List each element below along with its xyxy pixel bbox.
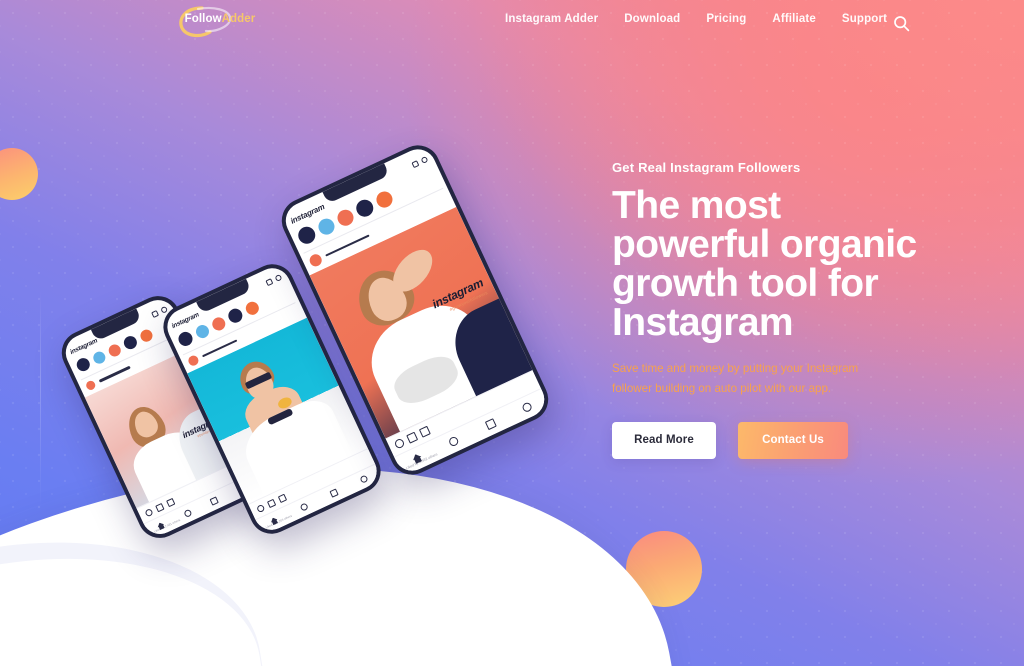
comment-icon xyxy=(155,502,165,512)
nav-item-support[interactable]: Support xyxy=(842,13,887,25)
story-avatar xyxy=(373,188,395,210)
author-avatar xyxy=(307,252,324,269)
search-button[interactable] xyxy=(888,10,914,36)
logo-text-primary: Follow xyxy=(184,13,222,26)
author-avatar xyxy=(84,379,97,392)
like-icon xyxy=(393,437,406,450)
nav-item-download[interactable]: Download xyxy=(624,13,680,25)
search-icon xyxy=(183,508,193,519)
story-avatar xyxy=(74,355,92,374)
reels-icon xyxy=(209,496,220,506)
story-avatar xyxy=(121,333,140,352)
heart-icon xyxy=(159,305,168,314)
contact-us-button[interactable]: Contact Us xyxy=(738,421,848,459)
story-avatar xyxy=(315,215,337,237)
comment-icon xyxy=(266,498,277,508)
page-title: The most powerful organic growth tool fo… xyxy=(612,184,917,344)
profile-icon xyxy=(521,401,534,414)
share-icon xyxy=(165,497,176,507)
logo[interactable]: FollowAdder xyxy=(168,0,264,44)
search-icon xyxy=(299,502,309,512)
add-post-icon xyxy=(265,277,274,286)
add-post-icon xyxy=(411,159,420,168)
hero-subtitle: Save time and money by putting your Inst… xyxy=(612,362,859,396)
site-header: FollowAdder Instagram Adder Download Pri… xyxy=(0,0,1024,46)
story-avatar xyxy=(193,322,211,340)
main-navigation: Instagram Adder Download Pricing Affilia… xyxy=(505,13,887,25)
phone-mockups-group: instagram instagram Liked by 2,481 other… xyxy=(0,0,620,666)
nav-item-instagram-adder[interactable]: Instagram Adder xyxy=(505,13,598,25)
hero-eyebrow: Get Real Instagram Followers xyxy=(612,160,801,175)
story-avatar xyxy=(334,206,356,228)
read-more-button[interactable]: Read More xyxy=(612,421,716,459)
story-avatar xyxy=(91,349,108,366)
story-avatar xyxy=(106,342,123,358)
author-avatar xyxy=(186,353,201,368)
comment-icon xyxy=(406,431,419,444)
logo-text-accent: Adder xyxy=(221,13,256,26)
heart-icon xyxy=(420,155,429,164)
reels-icon xyxy=(329,488,339,498)
share-icon xyxy=(418,425,431,438)
story-avatar xyxy=(353,196,377,220)
story-avatar xyxy=(243,299,261,317)
reels-icon xyxy=(484,418,497,431)
story-avatar xyxy=(176,329,195,349)
story-avatar xyxy=(295,223,319,247)
like-icon xyxy=(255,503,266,513)
add-post-icon xyxy=(150,309,159,318)
story-avatar xyxy=(226,306,245,325)
hero-content: Get Real Instagram Followers The most po… xyxy=(612,160,1012,459)
hero-button-row: Read More Contact Us xyxy=(612,421,1012,459)
share-icon xyxy=(277,493,287,503)
story-avatar xyxy=(209,314,228,333)
heart-icon xyxy=(274,273,283,282)
like-icon xyxy=(144,507,154,517)
nav-item-affiliate[interactable]: Affiliate xyxy=(772,13,816,25)
hero-section: FollowAdder Instagram Adder Download Pri… xyxy=(0,0,1024,666)
search-icon xyxy=(447,435,460,448)
story-avatar xyxy=(138,327,155,344)
profile-icon xyxy=(359,474,369,484)
nav-item-pricing[interactable]: Pricing xyxy=(706,13,746,25)
search-icon xyxy=(893,15,909,31)
